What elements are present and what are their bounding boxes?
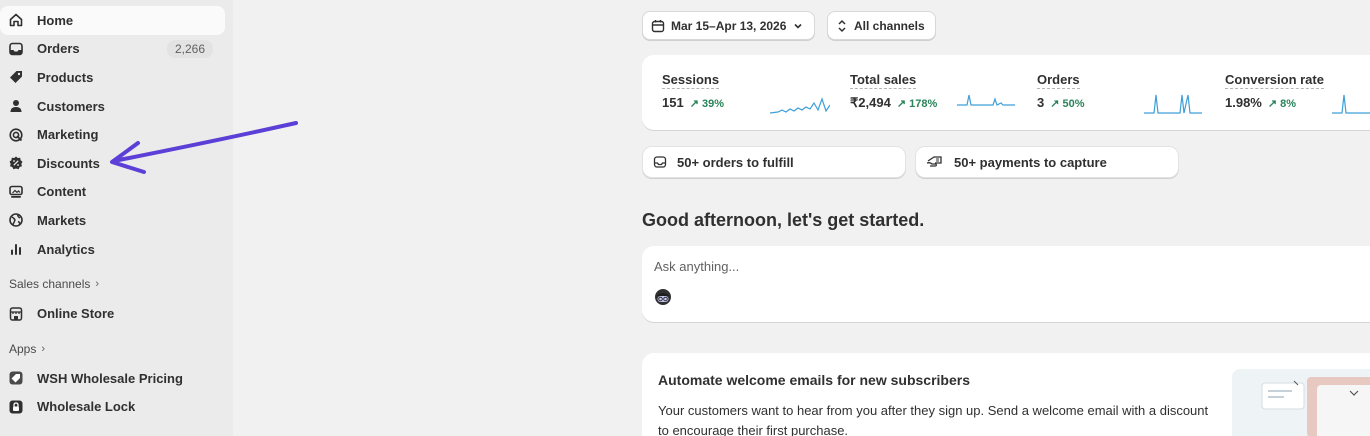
- sidebar-item-home[interactable]: Home: [0, 6, 225, 35]
- channels-selector[interactable]: All channels: [827, 11, 936, 40]
- select-arrows-icon: [838, 19, 846, 32]
- metric-label: Orders: [1037, 72, 1080, 89]
- tag-icon: [6, 67, 26, 87]
- section-label: Sales channels: [9, 277, 91, 292]
- bar-chart-icon: [6, 239, 26, 259]
- lock-icon: [6, 397, 26, 417]
- card-body: Your customers want to hear from you aft…: [658, 403, 1209, 436]
- sidebar-item-label: Home: [37, 12, 74, 28]
- chevron-right-icon: ›: [41, 342, 46, 355]
- task-label: 50+ orders to fulfill: [677, 154, 794, 170]
- sidebar-item-label: Products: [37, 69, 94, 85]
- sidebar-item-label: Wholesale Lock: [37, 399, 136, 415]
- metric-label: Conversion rate: [1225, 72, 1324, 89]
- sidebar-item-label: Marketing: [37, 127, 99, 143]
- metric-delta: ↗ 50%: [1050, 98, 1085, 110]
- metric-value: 3: [1037, 95, 1045, 110]
- metric-label: Sessions: [662, 72, 720, 89]
- sidebar-item-label: Online Store: [37, 306, 115, 322]
- welcome-email-card: Automate welcome emails for new subscrib…: [642, 353, 1370, 436]
- target-icon: [6, 125, 26, 145]
- metric-delta-value: 50%: [1062, 98, 1085, 110]
- metric-delta: ↗ 39%: [689, 98, 725, 110]
- metric-value: 151: [662, 95, 684, 110]
- globe-icon: [6, 210, 26, 230]
- ask-anything-box[interactable]: Ask anything...: [642, 246, 1370, 322]
- content-icon: [6, 182, 26, 202]
- sidebar-item-markets[interactable]: Markets: [0, 206, 225, 235]
- orders-sparkline: [1144, 94, 1202, 114]
- sidebar-item-analytics[interactable]: Analytics: [0, 235, 225, 264]
- chevron-right-icon: ›: [95, 278, 100, 291]
- metric-sessions[interactable]: Sessions 151 ↗ 39%: [662, 72, 724, 110]
- main-content: Mar 15–Apr 13, 2026 All channels Session…: [233, 0, 1370, 436]
- ask-input-placeholder[interactable]: Ask anything...: [654, 259, 739, 274]
- metric-conversion-rate[interactable]: Conversion rate 1.98% ↗ 8%: [1225, 72, 1324, 110]
- calendar-icon: [651, 19, 665, 32]
- sidebar-item-online-store[interactable]: Online Store: [0, 299, 225, 328]
- sidebar-item-label: Orders: [37, 41, 80, 57]
- conversion-sparkline: [1332, 94, 1370, 114]
- store-icon: [6, 304, 26, 324]
- sidebar-item-label: Content: [37, 184, 87, 200]
- person-icon: [6, 96, 26, 116]
- sidebar: Home Orders 2,266 Products Customers Mar…: [0, 0, 233, 436]
- sidebar-item-products[interactable]: Products: [0, 63, 225, 92]
- sidebar-item-orders[interactable]: Orders 2,266: [0, 35, 225, 64]
- sidebar-item-wsh-wholesale-pricing[interactable]: WSH Wholesale Pricing: [0, 364, 225, 393]
- sidebar-item-wholesale-lock[interactable]: Wholesale Lock: [0, 393, 225, 422]
- greeting-heading: Good afternoon, let's get started.: [642, 210, 925, 230]
- sessions-sparkline: [770, 97, 830, 114]
- chevron-down-icon: [794, 23, 802, 29]
- metric-label: Total sales: [850, 72, 917, 89]
- apps-heading[interactable]: Apps ›: [0, 338, 225, 360]
- home-icon: [6, 10, 26, 30]
- section-label: Apps: [9, 341, 37, 356]
- app-icon: [6, 368, 26, 388]
- date-range-picker[interactable]: Mar 15–Apr 13, 2026: [642, 11, 816, 40]
- sidekick-icon[interactable]: [654, 288, 672, 309]
- orders-to-fulfill-button[interactable]: 50+ orders to fulfill: [642, 146, 906, 178]
- inbox-icon: [653, 156, 667, 168]
- metric-total-sales[interactable]: Total sales ₹2,494 ↗ 178%: [850, 72, 937, 111]
- metric-delta-value: 8%: [1280, 98, 1297, 110]
- date-range-label: Mar 15–Apr 13, 2026: [671, 18, 787, 33]
- payments-to-capture-button[interactable]: 50+ payments to capture: [915, 146, 1179, 178]
- sales-channels-heading[interactable]: Sales channels ›: [0, 273, 225, 295]
- payment-icon: [926, 156, 942, 167]
- card-title: Automate welcome emails for new subscrib…: [658, 372, 970, 388]
- metric-orders[interactable]: Orders 3 ↗ 50%: [1037, 72, 1085, 110]
- metric-delta: ↗ 178%: [896, 98, 938, 110]
- sidebar-item-label: Customers: [37, 98, 105, 114]
- total-sales-sparkline: [957, 94, 1015, 106]
- sidebar-item-label: Discounts: [37, 155, 100, 171]
- orders-count-badge: 2,266: [166, 39, 213, 58]
- metric-delta-value: 178%: [909, 98, 938, 110]
- sidebar-item-label: Markets: [37, 212, 87, 228]
- metrics-card: Sessions 151 ↗ 39% Total sales ₹2,494 ↗ 17…: [642, 55, 1370, 130]
- metric-value: ₹2,494: [850, 95, 891, 110]
- discount-icon: [6, 153, 26, 173]
- sidebar-item-label: WSH Wholesale Pricing: [37, 370, 183, 386]
- sidebar-item-content[interactable]: Content: [0, 178, 225, 207]
- task-label: 50+ payments to capture: [954, 154, 1107, 170]
- sidebar-item-label: Analytics: [37, 241, 95, 257]
- channels-label: All channels: [854, 18, 925, 33]
- email-illustration: [1232, 369, 1370, 436]
- metric-delta: ↗ 8%: [1267, 98, 1297, 110]
- metric-value: 1.98%: [1225, 95, 1262, 110]
- inbox-icon: [6, 39, 26, 59]
- metric-delta-value: 39%: [701, 98, 725, 110]
